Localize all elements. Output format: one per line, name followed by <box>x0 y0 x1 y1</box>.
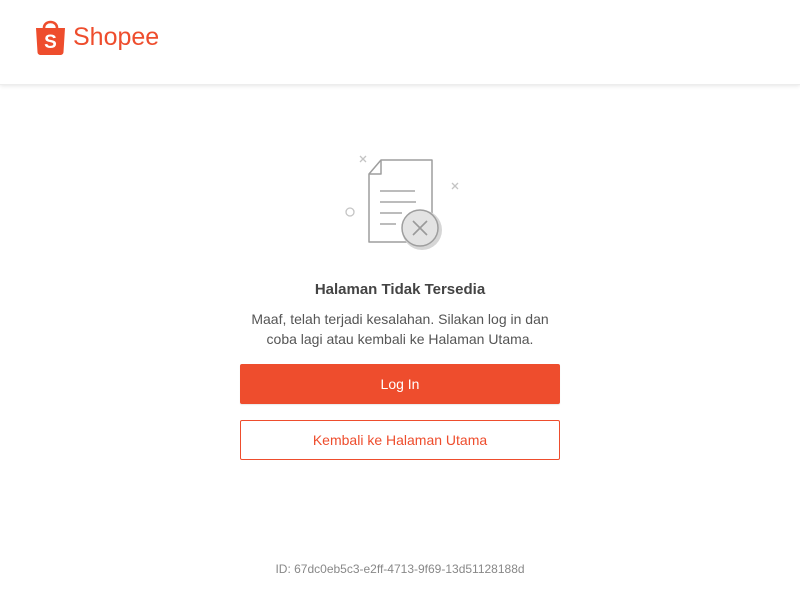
error-message: Maaf, telah terjadi kesalahan. Silakan l… <box>251 311 549 347</box>
back-to-home-button[interactable]: Kembali ke Halaman Utama <box>240 420 560 460</box>
error-content: Halaman Tidak Tersedia Maaf, telah terja… <box>0 84 800 600</box>
request-id-text: ID: 67dc0eb5c3-e2ff-4713-9f69-13d5112818… <box>275 562 525 576</box>
error-title: Halaman Tidak Tersedia <box>314 281 486 298</box>
svg-text:S: S <box>44 32 57 53</box>
brand-name: Shopee <box>73 22 160 51</box>
login-button[interactable]: Log In <box>240 364 560 404</box>
shopping-bag-icon: S <box>36 20 65 55</box>
site-header: S Shopee <box>0 0 800 85</box>
shopee-logo-link[interactable]: S Shopee <box>34 16 159 56</box>
document-error-icon <box>345 155 459 250</box>
